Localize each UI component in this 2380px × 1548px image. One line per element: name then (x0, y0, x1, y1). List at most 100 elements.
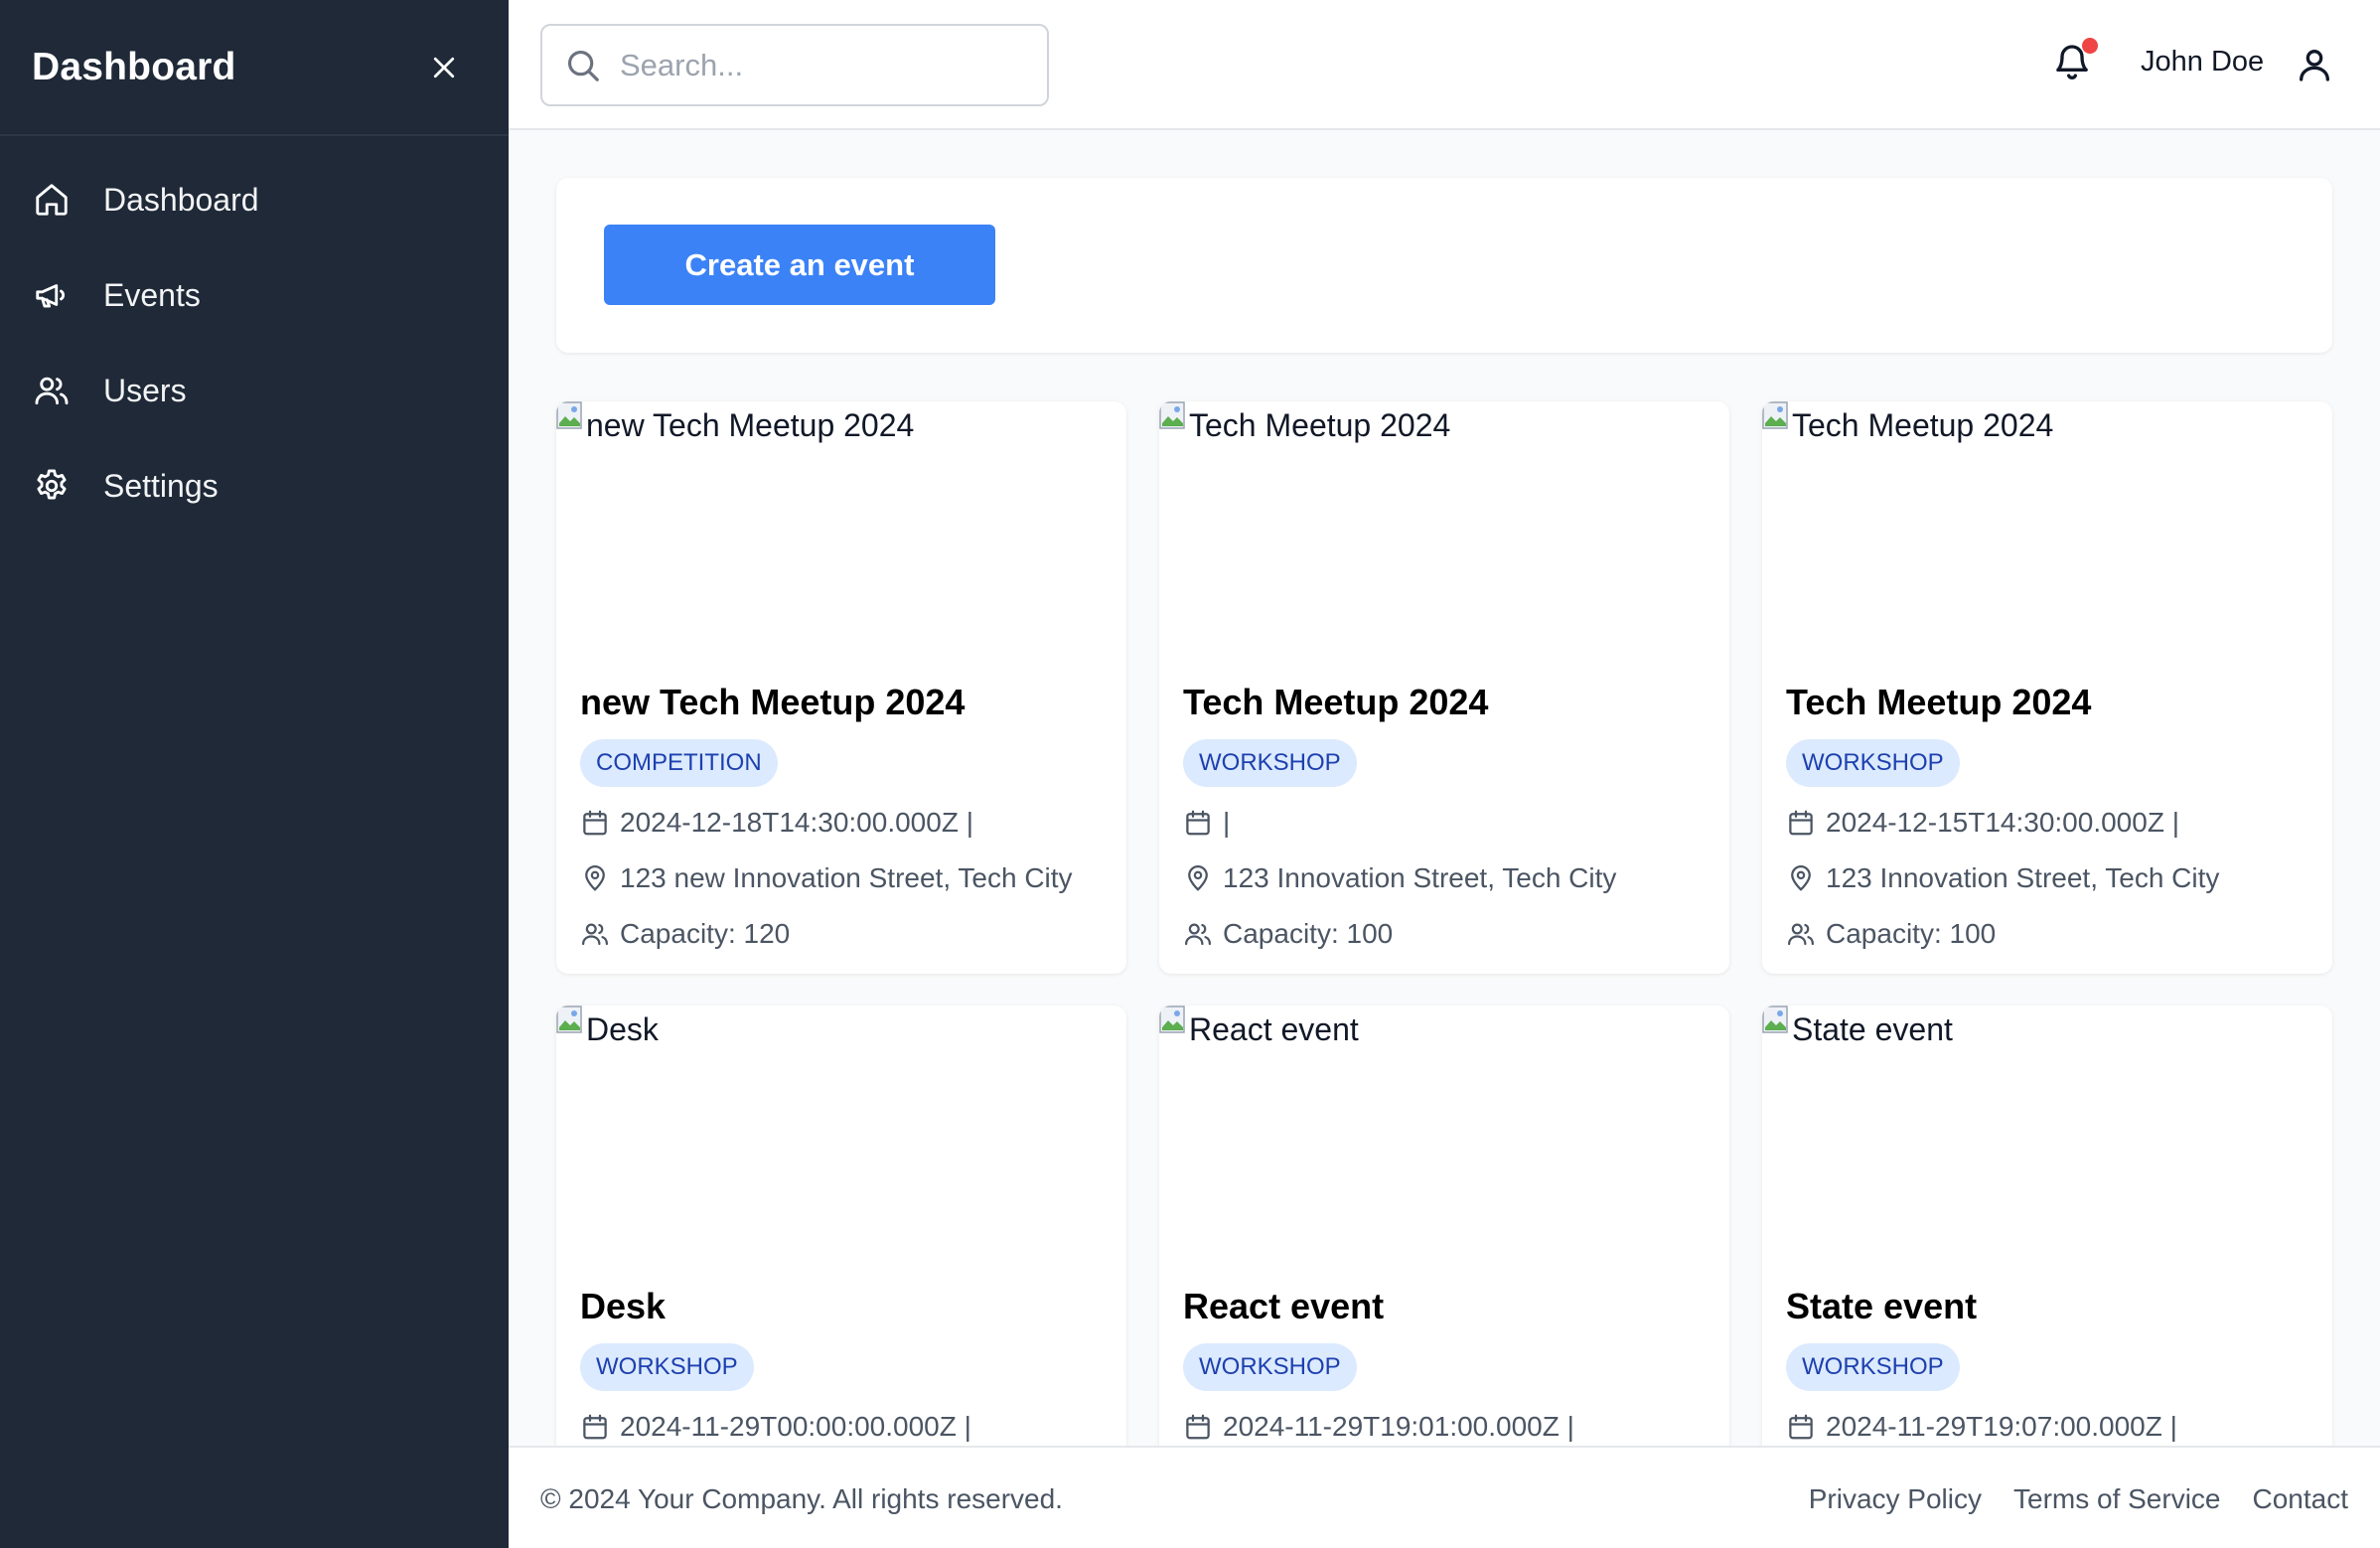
sidebar-item-dashboard[interactable]: Dashboard (0, 152, 509, 247)
sidebar-item-users[interactable]: Users (0, 343, 509, 438)
footer-links: Privacy Policy Terms of Service Contact (1809, 1483, 2348, 1515)
create-event-button[interactable]: Create an event (604, 225, 995, 305)
search-icon (564, 47, 602, 84)
category-badge: WORKSHOP (1183, 739, 1357, 787)
broken-image-icon (556, 401, 582, 429)
terms-of-service-link[interactable]: Terms of Service (2013, 1483, 2221, 1515)
privacy-policy-link[interactable]: Privacy Policy (1809, 1483, 1982, 1515)
home-icon (32, 180, 72, 220)
event-image: React event (1159, 1006, 1729, 1270)
sidebar-nav: Dashboard Events Users Settings (0, 136, 509, 534)
event-card[interactable]: new Tech Meetup 2024 new Tech Meetup 202… (556, 401, 1126, 974)
user-name[interactable]: John Doe (2141, 46, 2264, 78)
top-bar: John Doe (509, 0, 2380, 130)
calendar-icon (1786, 808, 1816, 838)
event-title: Desk (580, 1286, 667, 1326)
event-date-text: | (1223, 807, 1231, 838)
users-icon (1183, 919, 1213, 949)
sidebar-item-label: Users (103, 372, 187, 408)
event-capacity-text: Capacity: 120 (620, 918, 791, 949)
event-date: 2024-11-29T19:07:00.000Z | (1786, 1399, 2308, 1446)
event-date: 2024-11-29T19:01:00.000Z | (1183, 1399, 1706, 1446)
sidebar-header: Dashboard (0, 0, 509, 136)
category-badge: WORKSHOP (1786, 739, 1960, 787)
category-badge: WORKSHOP (1786, 1343, 1960, 1391)
event-location: 123 Innovation Street, Tech City (1786, 851, 2308, 906)
event-card[interactable]: Tech Meetup 2024 Tech Meetup 2024 WORKSH… (1159, 401, 1729, 974)
event-image: new Tech Meetup 2024 (556, 401, 1126, 666)
event-location: 123 new Innovation Street, Tech City (580, 851, 1103, 906)
event-image: Tech Meetup 2024 (1159, 401, 1729, 666)
search-input[interactable] (620, 47, 1017, 83)
event-card[interactable]: State event State event WORKSHOP 2024-11… (1762, 1006, 2332, 1446)
create-event-panel: Create an event (556, 178, 2332, 353)
gear-icon (32, 466, 72, 506)
notification-badge (2082, 38, 2098, 54)
event-date: 2024-11-29T00:00:00.000Z | (580, 1399, 1103, 1446)
event-location-text: 123 Innovation Street, Tech City (1223, 862, 1617, 893)
map-pin-icon (1183, 863, 1213, 893)
category-badge: COMPETITION (580, 739, 778, 787)
event-location: 123 Innovation Street, Tech City (1183, 851, 1706, 906)
map-pin-icon (1786, 863, 1816, 893)
image-alt-text: State event (1792, 1011, 1953, 1047)
event-capacity: Capacity: 100 (1786, 906, 2308, 962)
sidebar-item-settings[interactable]: Settings (0, 438, 509, 534)
users-icon (1786, 919, 1816, 949)
event-date-text: 2024-12-18T14:30:00.000Z | (620, 807, 973, 838)
calendar-icon (1183, 808, 1213, 838)
image-alt-text: React event (1189, 1011, 1359, 1047)
broken-image-icon (1159, 401, 1185, 429)
event-capacity: Capacity: 100 (1183, 906, 1706, 962)
event-date-text: 2024-12-15T14:30:00.000Z | (1826, 807, 2179, 838)
sidebar: Dashboard Dashboard Events Users Setting… (0, 0, 509, 1548)
event-date-text: 2024-11-29T19:01:00.000Z | (1223, 1411, 1574, 1442)
footer: © 2024 Your Company. All rights reserved… (509, 1446, 2380, 1548)
sidebar-item-events[interactable]: Events (0, 247, 509, 343)
event-location-text: 123 Innovation Street, Tech City (1826, 862, 2220, 893)
image-alt-text: Desk (586, 1011, 659, 1047)
event-card[interactable]: Desk Desk WORKSHOP 2024-11-29T00:00:00.0… (556, 1006, 1126, 1446)
event-date-text: 2024-11-29T00:00:00.000Z | (620, 1411, 971, 1442)
event-location-text: 123 new Innovation Street, Tech City (620, 862, 1073, 893)
event-date: | (1183, 795, 1706, 851)
calendar-icon (1786, 1412, 1816, 1442)
contact-link[interactable]: Contact (2253, 1483, 2349, 1515)
event-date-text: 2024-11-29T19:07:00.000Z | (1826, 1411, 2177, 1442)
event-card[interactable]: React event React event WORKSHOP 2024-11… (1159, 1006, 1729, 1446)
close-icon (433, 57, 455, 77)
event-date: 2024-12-15T14:30:00.000Z | (1786, 795, 2308, 851)
sidebar-item-label: Settings (103, 467, 219, 504)
broken-image-icon (1762, 401, 1788, 429)
user-menu-button[interactable] (2295, 44, 2334, 85)
event-capacity-text: Capacity: 100 (1223, 918, 1394, 949)
notifications-button[interactable] (2052, 38, 2098, 87)
image-alt-text: Tech Meetup 2024 (1189, 407, 1451, 443)
close-sidebar-button[interactable] (419, 43, 469, 92)
event-title: React event (1183, 1286, 1385, 1326)
calendar-icon (580, 808, 610, 838)
event-capacity-text: Capacity: 100 (1826, 918, 1997, 949)
event-image: Tech Meetup 2024 (1762, 401, 2332, 666)
sidebar-item-label: Dashboard (103, 181, 259, 218)
category-badge: WORKSHOP (1183, 1343, 1357, 1391)
search-box[interactable] (540, 24, 1049, 106)
event-image: State event (1762, 1006, 2332, 1270)
broken-image-icon (556, 1006, 582, 1033)
megaphone-icon (32, 275, 72, 315)
broken-image-icon (1159, 1006, 1185, 1033)
map-pin-icon (580, 863, 610, 893)
image-alt-text: Tech Meetup 2024 (1792, 407, 2054, 443)
event-title: Tech Meetup 2024 (1786, 682, 2092, 722)
users-icon (32, 371, 72, 410)
event-image: Desk (556, 1006, 1126, 1270)
user-icon (2300, 50, 2329, 81)
calendar-icon (580, 1412, 610, 1442)
event-title: Tech Meetup 2024 (1183, 682, 1489, 722)
event-capacity: Capacity: 120 (580, 906, 1103, 962)
event-card[interactable]: Tech Meetup 2024 Tech Meetup 2024 WORKSH… (1762, 401, 2332, 974)
copyright-text: © 2024 Your Company. All rights reserved… (540, 1483, 1063, 1514)
users-icon (580, 919, 610, 949)
sidebar-item-label: Events (103, 276, 201, 313)
event-title: State event (1786, 1286, 1978, 1326)
